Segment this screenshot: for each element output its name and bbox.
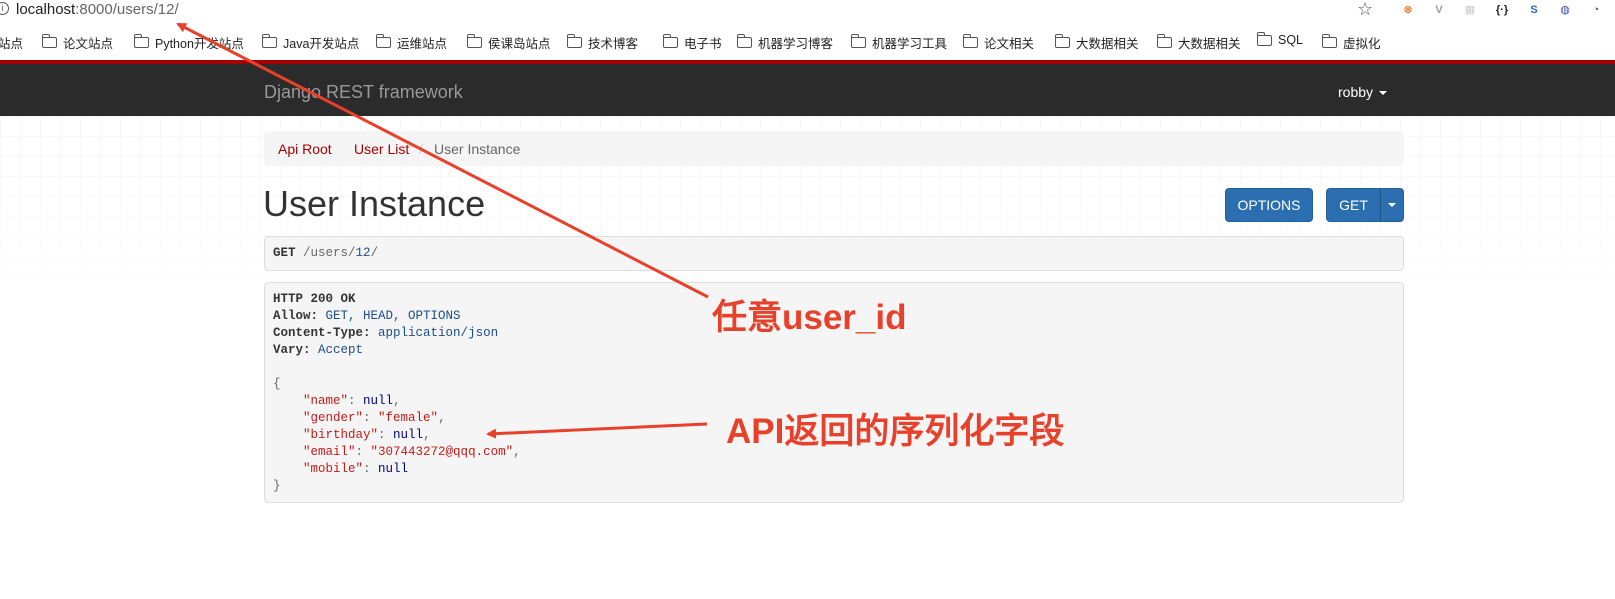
user-id-annotation: 任意user_id: [712, 298, 907, 337]
user-id-arrow: [176, 22, 709, 299]
fields-arrow: [486, 422, 708, 439]
fields-annotation: API返回的序列化字段: [726, 412, 1065, 451]
